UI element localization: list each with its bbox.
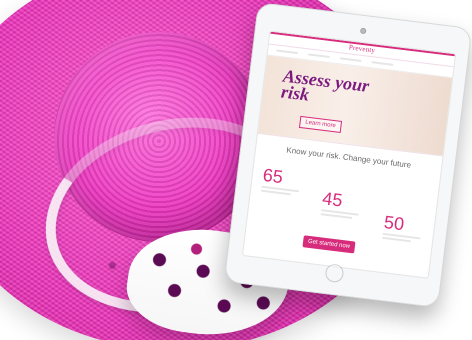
hero-button[interactable]: Learn more bbox=[298, 115, 343, 133]
stat-1-number: 65 bbox=[261, 164, 285, 188]
nav-item-4[interactable] bbox=[371, 61, 394, 66]
scene: Preventy Assess your risk Learn more Kno… bbox=[0, 0, 472, 340]
hero-title: Assess your risk bbox=[280, 66, 403, 114]
cta-button[interactable]: Get started now bbox=[302, 235, 356, 254]
nav-item-3[interactable] bbox=[339, 57, 362, 62]
nav-item-1[interactable] bbox=[276, 49, 299, 55]
stat-3: 50 bbox=[382, 211, 423, 245]
stat-2: 45 bbox=[320, 188, 361, 221]
tablet: Preventy Assess your risk Learn more Kno… bbox=[223, 1, 472, 309]
tablet-camera bbox=[359, 27, 367, 35]
stat-3-number: 50 bbox=[382, 211, 406, 235]
stat-2-number: 45 bbox=[321, 188, 344, 211]
nav-item-2[interactable] bbox=[307, 53, 330, 59]
stat-1: 65 bbox=[260, 164, 302, 198]
tablet-screen: Preventy Assess your risk Learn more Kno… bbox=[241, 30, 457, 279]
